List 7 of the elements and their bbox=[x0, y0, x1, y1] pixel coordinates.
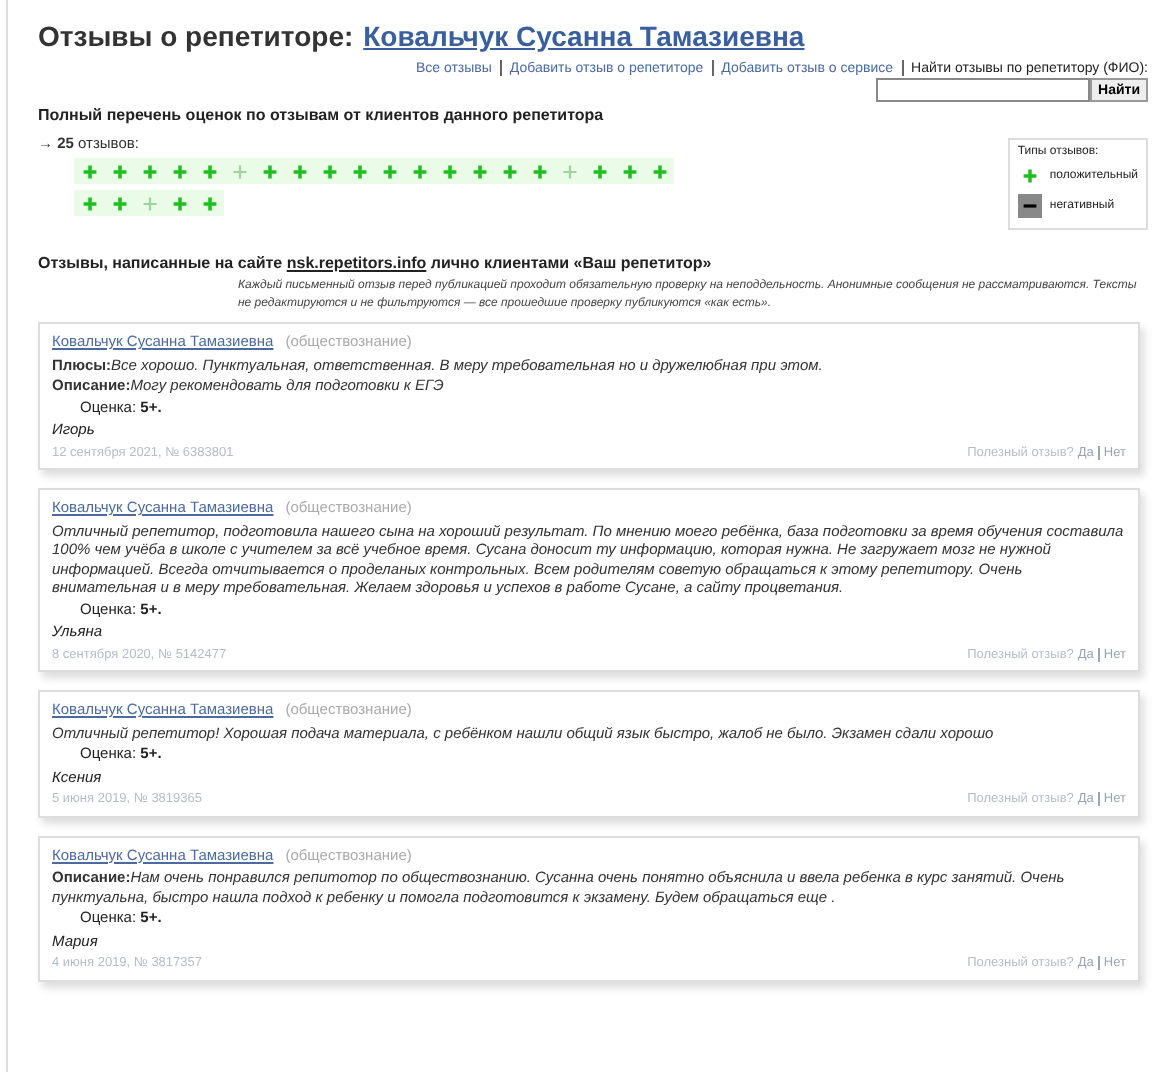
section-heading: Отзывы, написанные на сайте nsk.repetitors.info лично клиентами «Ваш репетитор» bbox=[38, 254, 714, 272]
section-heading: Полный перечень оценок по отзывам от клиентов данного репетитора bbox=[38, 106, 606, 124]
page-title: Отзывы о репетиторе: bbox=[38, 20, 354, 52]
minus-icon bbox=[1017, 194, 1042, 218]
site-link[interactable]: nsk.repetitors.info bbox=[286, 254, 427, 272]
search-field[interactable] bbox=[876, 78, 1091, 102]
tutor-link[interactable]: Ковальчук Сусанна Тамазиевна bbox=[363, 20, 805, 52]
